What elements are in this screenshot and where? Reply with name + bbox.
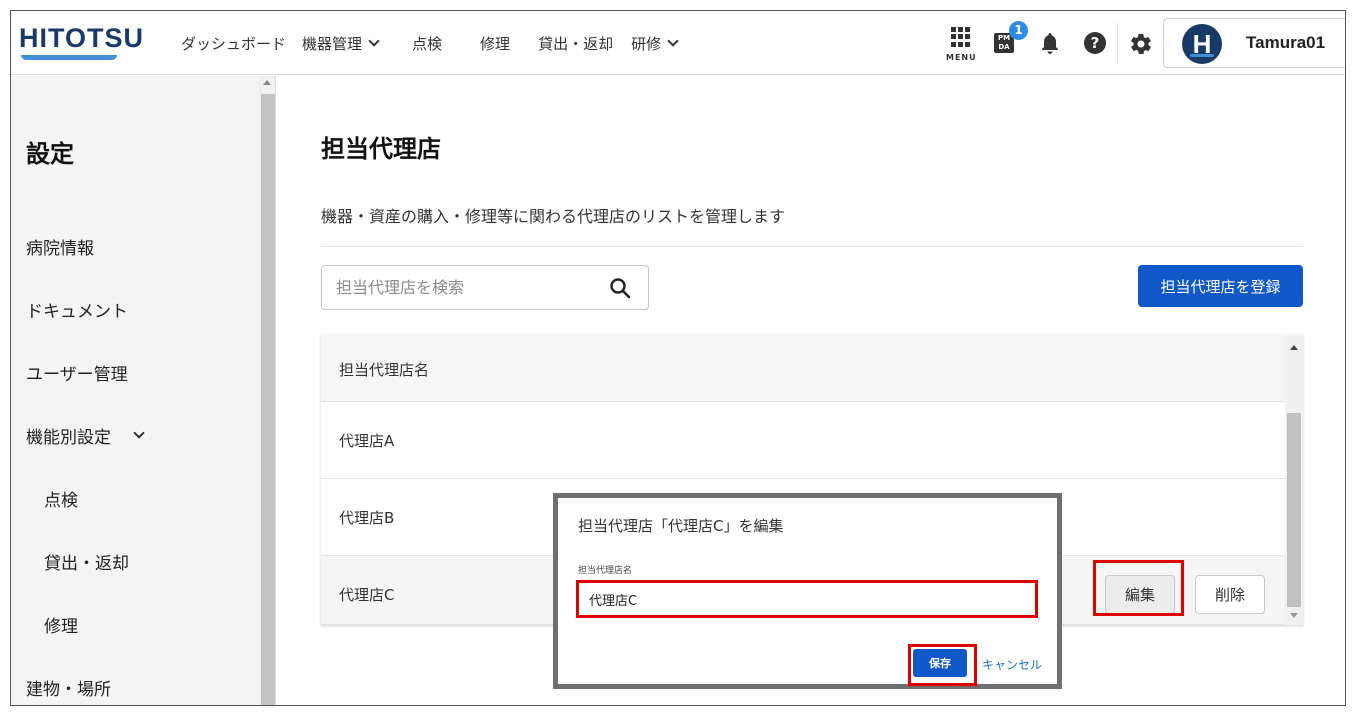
sidebar-scrollbar-thumb[interactable]: [261, 94, 275, 705]
top-header: HITOTSU ダッシュボード 機器管理 点検 修理 貸出・返却 研修 MENU…: [11, 11, 1345, 75]
agency-name-field-highlight: [576, 580, 1038, 618]
header-divider: [1117, 23, 1118, 63]
nav-dashboard[interactable]: ダッシュボード: [181, 33, 286, 54]
nav-repair-label: 修理: [480, 34, 511, 53]
sidebar-item-label: 修理: [44, 617, 78, 637]
sidebar-item-label: ユーザー管理: [26, 365, 128, 385]
nav-equipment-label: 機器管理: [302, 34, 363, 53]
sidebar-item-hospital-info[interactable]: 病院情報: [26, 234, 94, 259]
sidebar-item-label: 建物・場所: [26, 680, 111, 700]
table-scrollbar-thumb[interactable]: [1287, 413, 1301, 607]
gear-icon[interactable]: [1129, 32, 1153, 56]
dialog-title: 担当代理店「代理店C」を編集: [578, 517, 784, 535]
sidebar-item-documents[interactable]: ドキュメント: [26, 297, 128, 322]
apps-grid-icon[interactable]: [951, 27, 971, 47]
column-header-agency-name[interactable]: 担当代理店名: [339, 359, 429, 380]
sidebar-item-label: 病院情報: [26, 239, 94, 259]
sidebar-item-label: 点検: [44, 491, 78, 511]
sidebar-item-user-management[interactable]: ユーザー管理: [26, 360, 128, 385]
page-title: 担当代理店: [321, 135, 441, 163]
edit-agency-dialog: 担当代理店「代理店C」を編集 担当代理店名 保存 キャンセル: [553, 493, 1062, 689]
nav-inspection-label: 点検: [412, 34, 443, 53]
agency-name-cell: 代理店C: [339, 586, 395, 604]
edit-button-highlight: [1093, 560, 1184, 616]
notification-count-badge: 1: [1009, 21, 1028, 40]
table-header: 担当代理店名: [321, 335, 1285, 402]
table-row[interactable]: 代理店A: [321, 402, 1285, 479]
user-menu[interactable]: H Tamura01: [1163, 18, 1345, 68]
username: Tamura01: [1246, 33, 1326, 52]
sidebar-item-feature-settings[interactable]: 機能別設定: [26, 423, 145, 448]
app-window: HITOTSU ダッシュボード 機器管理 点検 修理 貸出・返却 研修 MENU…: [10, 10, 1346, 706]
search-input[interactable]: [336, 266, 596, 309]
scroll-down-icon[interactable]: [1290, 613, 1298, 618]
sidebar-item-label: ドキュメント: [26, 302, 128, 322]
nav-equipment[interactable]: 機器管理: [302, 33, 380, 54]
sidebar-item-lending[interactable]: 貸出・返却: [44, 549, 129, 574]
sidebar-item-buildings[interactable]: 建物・場所: [26, 675, 111, 700]
nav-training[interactable]: 研修: [631, 33, 679, 54]
chevron-down-icon: [667, 34, 679, 47]
search-box: [321, 265, 649, 310]
sidebar-item-inspection[interactable]: 点検: [44, 486, 78, 511]
chevron-down-icon: [368, 34, 380, 47]
nav-inspection[interactable]: 点検: [412, 33, 442, 54]
divider: [321, 246, 1303, 247]
nav-training-label: 研修: [631, 34, 662, 53]
scroll-up-icon[interactable]: [263, 80, 271, 85]
agency-name-input[interactable]: [589, 583, 1019, 615]
logo[interactable]: HITOTSU: [19, 23, 144, 54]
cancel-link[interactable]: キャンセル: [982, 656, 1042, 673]
register-agency-button[interactable]: 担当代理店を登録: [1138, 265, 1303, 307]
delete-button[interactable]: 削除: [1195, 575, 1265, 614]
nav-dashboard-label: ダッシュボード: [181, 34, 287, 53]
menu-label: MENU: [946, 53, 977, 62]
help-icon[interactable]: ?: [1084, 32, 1106, 54]
scroll-up-icon[interactable]: [1290, 345, 1298, 350]
nav-lending-label: 貸出・返却: [538, 34, 614, 53]
agency-name-cell: 代理店A: [339, 432, 395, 450]
sidebar-item-label: 貸出・返却: [44, 554, 129, 574]
agency-name-cell: 代理店B: [339, 509, 395, 527]
sidebar-item-label: 機能別設定: [26, 428, 111, 448]
search-icon[interactable]: [609, 277, 631, 299]
save-button[interactable]: 保存: [913, 649, 967, 677]
sidebar-title: 設定: [26, 140, 74, 168]
nav-lending[interactable]: 貸出・返却: [538, 33, 613, 54]
chevron-down-icon: [133, 427, 145, 439]
main-nav: ダッシュボード 機器管理 点検 修理 貸出・返却 研修: [181, 11, 679, 75]
logo-underline: [21, 55, 117, 60]
bell-icon[interactable]: [1039, 31, 1061, 55]
page-description: 機器・資産の購入・修理等に関わる代理店のリストを管理します: [321, 207, 786, 226]
sidebar-item-repair[interactable]: 修理: [44, 612, 78, 637]
avatar: H: [1182, 24, 1222, 64]
nav-repair[interactable]: 修理: [480, 33, 510, 54]
settings-sidebar: 設定 病院情報 ドキュメント ユーザー管理 機能別設定 点検 貸出・返却 修理 …: [11, 76, 276, 705]
field-label: 担当代理店名: [578, 566, 633, 576]
